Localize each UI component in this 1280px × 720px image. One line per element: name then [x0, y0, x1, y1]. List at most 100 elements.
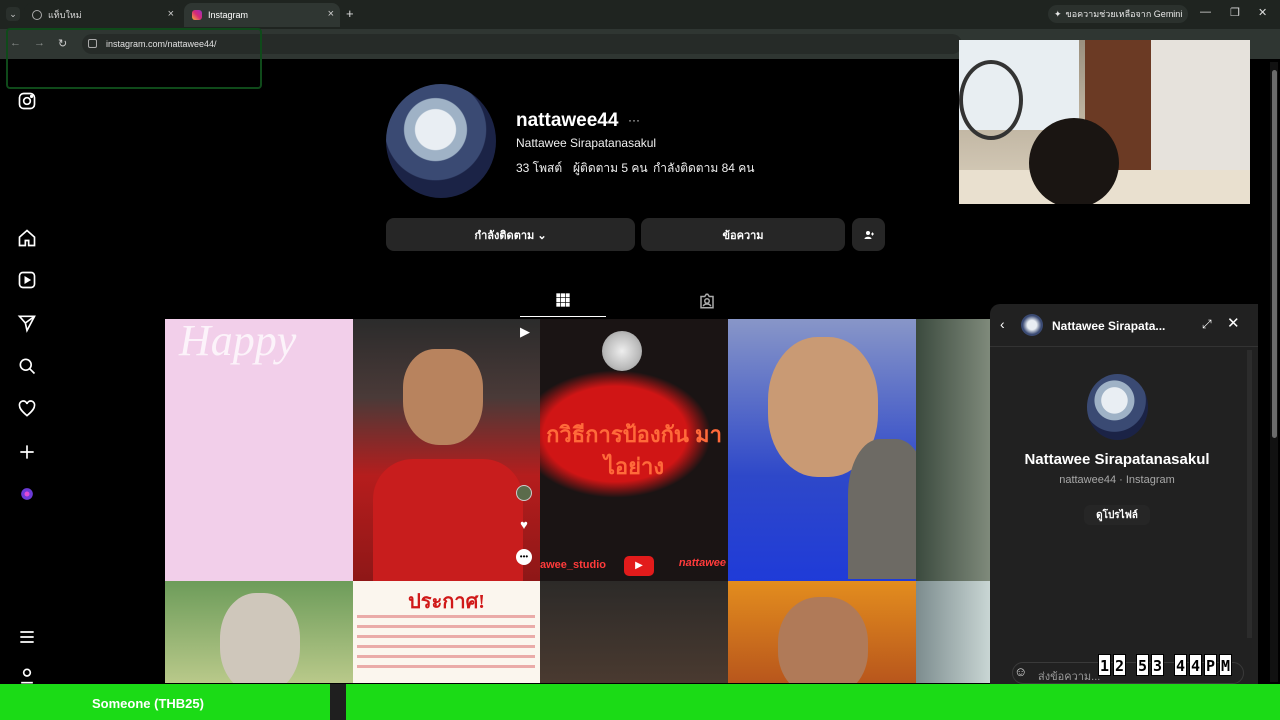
clock-digit: 4 [1174, 654, 1187, 676]
post-caption-right: nattawee [678, 557, 726, 569]
clock-separator [1166, 654, 1172, 676]
clock-digit: 3 [1151, 654, 1164, 676]
tagged-tab[interactable] [698, 292, 716, 315]
reel-audio-avatar [516, 485, 532, 501]
meta-ai-icon[interactable] [16, 483, 38, 505]
tab-label: แท็บใหม่ [48, 10, 82, 20]
chat-scrollbar[interactable] [1247, 350, 1252, 638]
reel-icon: ▶ [520, 324, 530, 339]
stream-overlay-frame [6, 28, 262, 89]
youtube-icon: ▶ [624, 556, 654, 576]
tagged-person-icon [700, 293, 714, 309]
active-tab-indicator [520, 316, 606, 317]
post-thumbnail[interactable]: ประกาศ! [353, 581, 540, 683]
profile-avatar[interactable] [386, 84, 496, 198]
post-image-detail [220, 593, 300, 683]
chat-contact-name: Nattawee Sirapatanasakul [1024, 451, 1210, 468]
instagram-icon[interactable] [16, 90, 38, 112]
webcam-detail [1029, 118, 1119, 204]
post-thumbnail[interactable] [916, 581, 990, 683]
clock-digit: 5 [1136, 654, 1149, 676]
post-thumbnail[interactable] [728, 581, 916, 683]
post-thumbnail[interactable]: ♥ ••• [353, 319, 540, 581]
more-options-icon[interactable]: ··· [628, 113, 640, 127]
clock-separator [1128, 654, 1134, 676]
heart-icon[interactable] [16, 398, 38, 420]
window-close-button[interactable]: ✕ [1258, 6, 1267, 19]
new-tab-button[interactable]: + [346, 6, 354, 21]
tab-close-icon[interactable]: × [328, 8, 334, 20]
post-caption-left: awee_studio [540, 559, 607, 571]
gemini-icon: ✦ [1054, 8, 1062, 19]
tab-label: Instagram [208, 10, 249, 20]
profile-full-name: Nattawee Sirapatanasakul [516, 136, 657, 150]
post-thumbnail[interactable] [916, 319, 990, 581]
chevron-left-icon[interactable]: ‹ [1000, 316, 1005, 332]
post-image-detail [403, 349, 483, 445]
plus-icon[interactable] [16, 441, 38, 463]
threads-icon[interactable] [16, 668, 38, 684]
message-placeholder: ส่งข้อความ... [1038, 671, 1101, 683]
post-thumbnail[interactable] [728, 319, 916, 581]
chat-avatar [1087, 374, 1148, 440]
restore-button[interactable]: ❐ [1230, 6, 1240, 19]
stream-clock: 1 2 5 3 4 4 P M [1098, 654, 1232, 676]
post-overlay-text: กวิธีการป้องกัน มาไอย่าง [546, 422, 722, 479]
clock-digit: 1 [1098, 654, 1111, 676]
post-image-detail [373, 459, 523, 581]
post-thumbnail[interactable] [165, 581, 353, 683]
clock-digit: P [1204, 654, 1217, 676]
post-thumbnail[interactable] [540, 581, 728, 683]
gemini-label: ขอความช่วยเหลือจาก Gemini [1065, 9, 1183, 19]
send-icon[interactable] [16, 312, 38, 334]
post-image-detail [602, 331, 642, 371]
post-text-line [357, 625, 535, 628]
home-icon[interactable] [16, 227, 38, 249]
expand-icon[interactable]: ⤢ [1202, 317, 1212, 332]
add-user-button[interactable] [852, 218, 885, 251]
followers-count[interactable]: ผู้ติดตาม 5 คน [573, 159, 648, 178]
page-scrollbar-thumb[interactable] [1272, 70, 1277, 438]
post-thumbnail[interactable]: Happy [165, 319, 353, 581]
posts-grid-tab[interactable] [555, 292, 571, 313]
reel-comment-icon: ••• [516, 549, 532, 565]
post-text-line [357, 665, 535, 668]
globe-icon [32, 10, 42, 20]
following-count[interactable]: กำลังติดตาม 84 คน [653, 159, 755, 178]
chat-title: Nattawee Sirapata... [1052, 319, 1166, 333]
post-thumbnail[interactable]: กวิธีการป้องกัน มาไอย่าง awee_studio ▶ n… [540, 319, 728, 581]
donation-divider [330, 684, 346, 720]
emoji-icon[interactable]: ☺ [1014, 664, 1027, 679]
divider [990, 346, 1258, 347]
browser-tab-instagram[interactable]: Instagram × [184, 3, 340, 27]
message-button[interactable]: ข้อความ [641, 218, 845, 251]
tab-close-icon[interactable]: × [168, 8, 174, 20]
post-text-line [357, 615, 535, 618]
posts-count: 33 โพสต์ [516, 161, 563, 175]
reels-icon[interactable] [16, 269, 38, 291]
instagram-favicon-icon [192, 10, 202, 20]
browser-tab-newtab[interactable]: แท็บใหม่ × [24, 3, 180, 27]
post-overlay-text: ประกาศ! [408, 591, 485, 613]
grid-icon [556, 293, 570, 307]
webcam-overlay [959, 40, 1250, 204]
post-text-line [357, 655, 535, 658]
post-image-detail [778, 597, 868, 683]
clock-digit: M [1219, 654, 1232, 676]
chat-contact-subtitle: nattawee44 · Instagram [1059, 474, 1175, 486]
profile-username: nattawee44 [516, 110, 619, 131]
following-button[interactable]: กำลังติดตาม ⌄ [386, 218, 635, 251]
search-icon[interactable] [16, 355, 38, 377]
tab-search-button[interactable]: ⌄ [6, 7, 20, 21]
menu-icon[interactable] [16, 626, 38, 648]
minimize-button[interactable]: — [1200, 6, 1211, 18]
webcam-detail [1151, 40, 1250, 170]
reel-heart-icon: ♥ [520, 517, 528, 532]
post-image-detail [848, 439, 916, 579]
view-profile-button[interactable]: ดูโปรไฟล์ [1084, 505, 1150, 525]
clock-digit: 2 [1113, 654, 1126, 676]
close-icon[interactable]: ✕ [1227, 314, 1240, 332]
gemini-button[interactable]: ✦ ขอความช่วยเหลือจาก Gemini [1048, 5, 1189, 23]
chat-header-avatar [1021, 314, 1043, 336]
post-text-line [357, 635, 535, 638]
